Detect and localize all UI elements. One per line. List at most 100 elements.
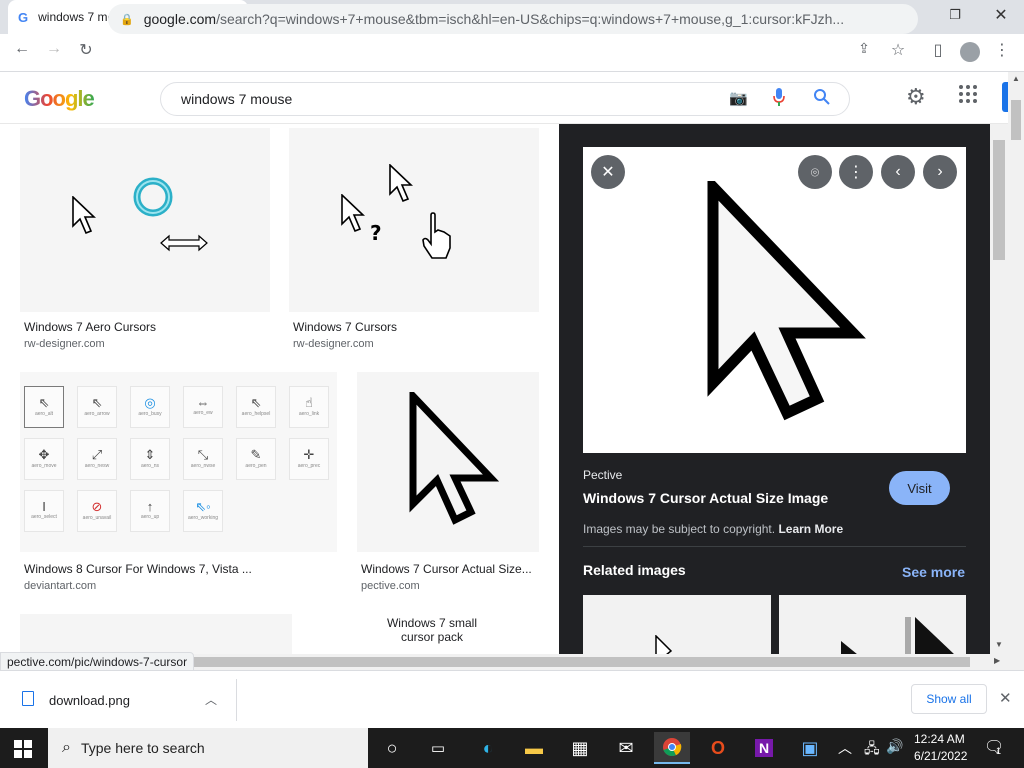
camera-icon[interactable]: 📷 [729, 89, 748, 107]
search-icon[interactable] [813, 88, 831, 109]
google-doodle-logo[interactable]: Google [24, 86, 95, 112]
vertical-scroll-thumb[interactable] [1011, 100, 1021, 140]
result-caption[interactable]: Windows 7 Cursor Actual Size... [361, 562, 532, 576]
url-path: /search?q=windows+7+mouse&tbm=isch&hl=en… [216, 11, 845, 27]
copyright-text: Images may be subject to copyright. [583, 522, 776, 536]
windows-taskbar: ⌕ Type here to search ○ ▭ ◐ ▬ ▦ ✉ O N ▣ … [0, 728, 1024, 768]
lock-icon: 🔒 [120, 13, 134, 26]
reload-icon[interactable]: ↻ [74, 40, 98, 60]
mini-cursor-tile: ⇕ aero_ns [130, 438, 170, 480]
learn-more-link[interactable]: Learn More [778, 522, 843, 536]
show-all-button[interactable]: Show all [911, 684, 987, 714]
status-url: pective.com/pic/windows-7-cursor [0, 652, 195, 672]
result-source[interactable]: rw-designer.com [24, 338, 105, 350]
result-image-aero-cursors[interactable] [20, 128, 270, 312]
store-icon[interactable]: ▦ [562, 732, 598, 764]
busy-ring-icon [133, 177, 173, 217]
previous-image-button[interactable]: ‹ [881, 155, 915, 189]
close-window-button[interactable]: ✕ [978, 0, 1024, 30]
task-view-icon[interactable]: ▭ [420, 732, 456, 764]
result-source[interactable]: rw-designer.com [293, 338, 374, 350]
settings-gear-icon[interactable]: ⚙ [906, 84, 926, 110]
panel-image-title[interactable]: Windows 7 Cursor Actual Size Image [583, 490, 828, 506]
search-box[interactable]: 📷 [160, 82, 850, 116]
mini-cursor-tile: ✛ aero_prec [289, 438, 329, 480]
back-arrow-icon[interactable]: ← [10, 40, 34, 58]
svg-text:?: ? [370, 221, 382, 244]
scroll-down-icon[interactable]: ▼ [995, 640, 1003, 649]
panel-divider [583, 546, 966, 547]
copyright-notice: Images may be subject to copyright. Lear… [583, 522, 843, 536]
google-favicon-icon: G [18, 9, 29, 25]
panel-scroll-thumb[interactable] [993, 140, 1005, 260]
search-input[interactable] [181, 91, 701, 107]
tray-chevron-icon[interactable]: ︿ [838, 738, 852, 758]
image-preview-panel: ✕ ⌾ ⋮ ‹ › Pective Windows 7 Cursor Actua… [559, 124, 990, 654]
download-bar: download.png ︿ Show all ✕ [0, 670, 1024, 728]
address-bar[interactable]: 🔒 google.com/search?q=windows+7+mouse&tb… [108, 4, 918, 34]
notification-icon[interactable]: 🗨 [984, 737, 1004, 757]
side-panel-icon[interactable]: ▯ [926, 40, 950, 60]
chrome-icon[interactable] [654, 732, 690, 764]
help-select-cursor-icon: ? [341, 194, 382, 244]
download-file-name[interactable]: download.png [49, 693, 130, 708]
url-host: google.com [143, 11, 217, 27]
chevron-up-icon[interactable]: ︿ [205, 691, 217, 708]
small-cursor-pack-label: Windows 7 small cursor pack [386, 616, 478, 644]
file-explorer-icon[interactable]: ▬ [516, 732, 552, 764]
result-image-cursor-actual-size[interactable] [357, 372, 539, 552]
clock-time[interactable]: 12:24 AM [914, 732, 965, 746]
more-options-button[interactable]: ⋮ [839, 155, 873, 189]
result-source[interactable]: pective.com [361, 580, 420, 592]
windows-start-icon[interactable] [14, 740, 32, 763]
result-image-small-cursor-pack[interactable]: Windows 7 small cursor pack [312, 614, 539, 654]
office-icon[interactable]: O [700, 732, 736, 764]
kebab-menu-icon[interactable]: ⋮ [990, 40, 1014, 60]
see-more-link[interactable]: See more [902, 564, 965, 580]
mail-icon[interactable]: ✉ [608, 732, 644, 764]
result-image-windows-cursors[interactable]: ? [289, 128, 539, 312]
horizontal-scroll-thumb[interactable] [180, 657, 970, 667]
edge-icon[interactable]: ◐ [470, 732, 506, 764]
restore-button[interactable]: ❐ [932, 0, 978, 30]
preview-image[interactable] [583, 147, 966, 453]
cortana-icon[interactable]: ○ [374, 732, 410, 764]
close-panel-button[interactable]: ✕ [591, 155, 625, 189]
mini-cursor-tile: ⤡ aero_nwse [183, 438, 223, 480]
next-image-button[interactable]: › [923, 155, 957, 189]
mini-cursor-tile: ⇖ aero_helpsel [236, 386, 276, 428]
volume-icon[interactable]: 🔊 [886, 738, 903, 755]
network-icon[interactable]: 🖧 [864, 738, 880, 762]
result-image-partial[interactable] [20, 614, 292, 654]
vertical-scrollbar[interactable]: ▲ [1008, 72, 1024, 670]
close-download-bar-icon[interactable]: ✕ [999, 689, 1012, 707]
clock-date[interactable]: 6/21/2022 [914, 749, 967, 763]
profile-avatar[interactable] [960, 42, 980, 62]
result-caption[interactable]: Windows 7 Cursors [293, 320, 397, 334]
scroll-right-icon[interactable]: ▶ [994, 656, 1000, 665]
lens-search-button[interactable]: ⌾ [798, 155, 832, 189]
large-pixel-cursor-icon [707, 181, 866, 421]
result-source[interactable]: deviantart.com [24, 580, 96, 592]
related-image-thumb[interactable] [779, 595, 966, 654]
result-image-windows8-cursor[interactable]: ⇖ aero_alt ⇖ aero_arrow ◎ aero_busy ⇔ aero_e… [20, 372, 337, 552]
share-icon[interactable]: ⇪ [852, 40, 876, 57]
apps-grid-icon[interactable] [958, 84, 978, 109]
panel-source-name[interactable]: Pective [583, 468, 622, 482]
result-caption[interactable]: Windows 8 Cursor For Windows 7, Vista ..… [24, 562, 252, 576]
scroll-up-icon[interactable]: ▲ [1012, 74, 1020, 83]
horizontal-resize-icon [160, 234, 208, 252]
related-image-thumb[interactable] [583, 595, 771, 654]
google-header: Google 📷 ⚙ [0, 72, 1024, 124]
visit-button[interactable]: Visit [889, 471, 950, 505]
forward-arrow-icon[interactable]: → [42, 40, 66, 58]
microphone-icon[interactable] [773, 87, 785, 106]
result-caption[interactable]: Windows 7 Aero Cursors [24, 320, 156, 334]
download-divider [236, 679, 237, 721]
onenote-icon[interactable]: N [746, 732, 782, 764]
bookmark-star-icon[interactable]: ☆ [886, 40, 910, 60]
taskbar-search-box[interactable]: ⌕ Type here to search [48, 728, 368, 768]
panel-scrollbar[interactable]: ▼ [990, 124, 1008, 654]
control-panel-icon[interactable]: ▣ [792, 732, 828, 764]
mini-cursor-tile: ⇖ aero_arrow [77, 386, 117, 428]
